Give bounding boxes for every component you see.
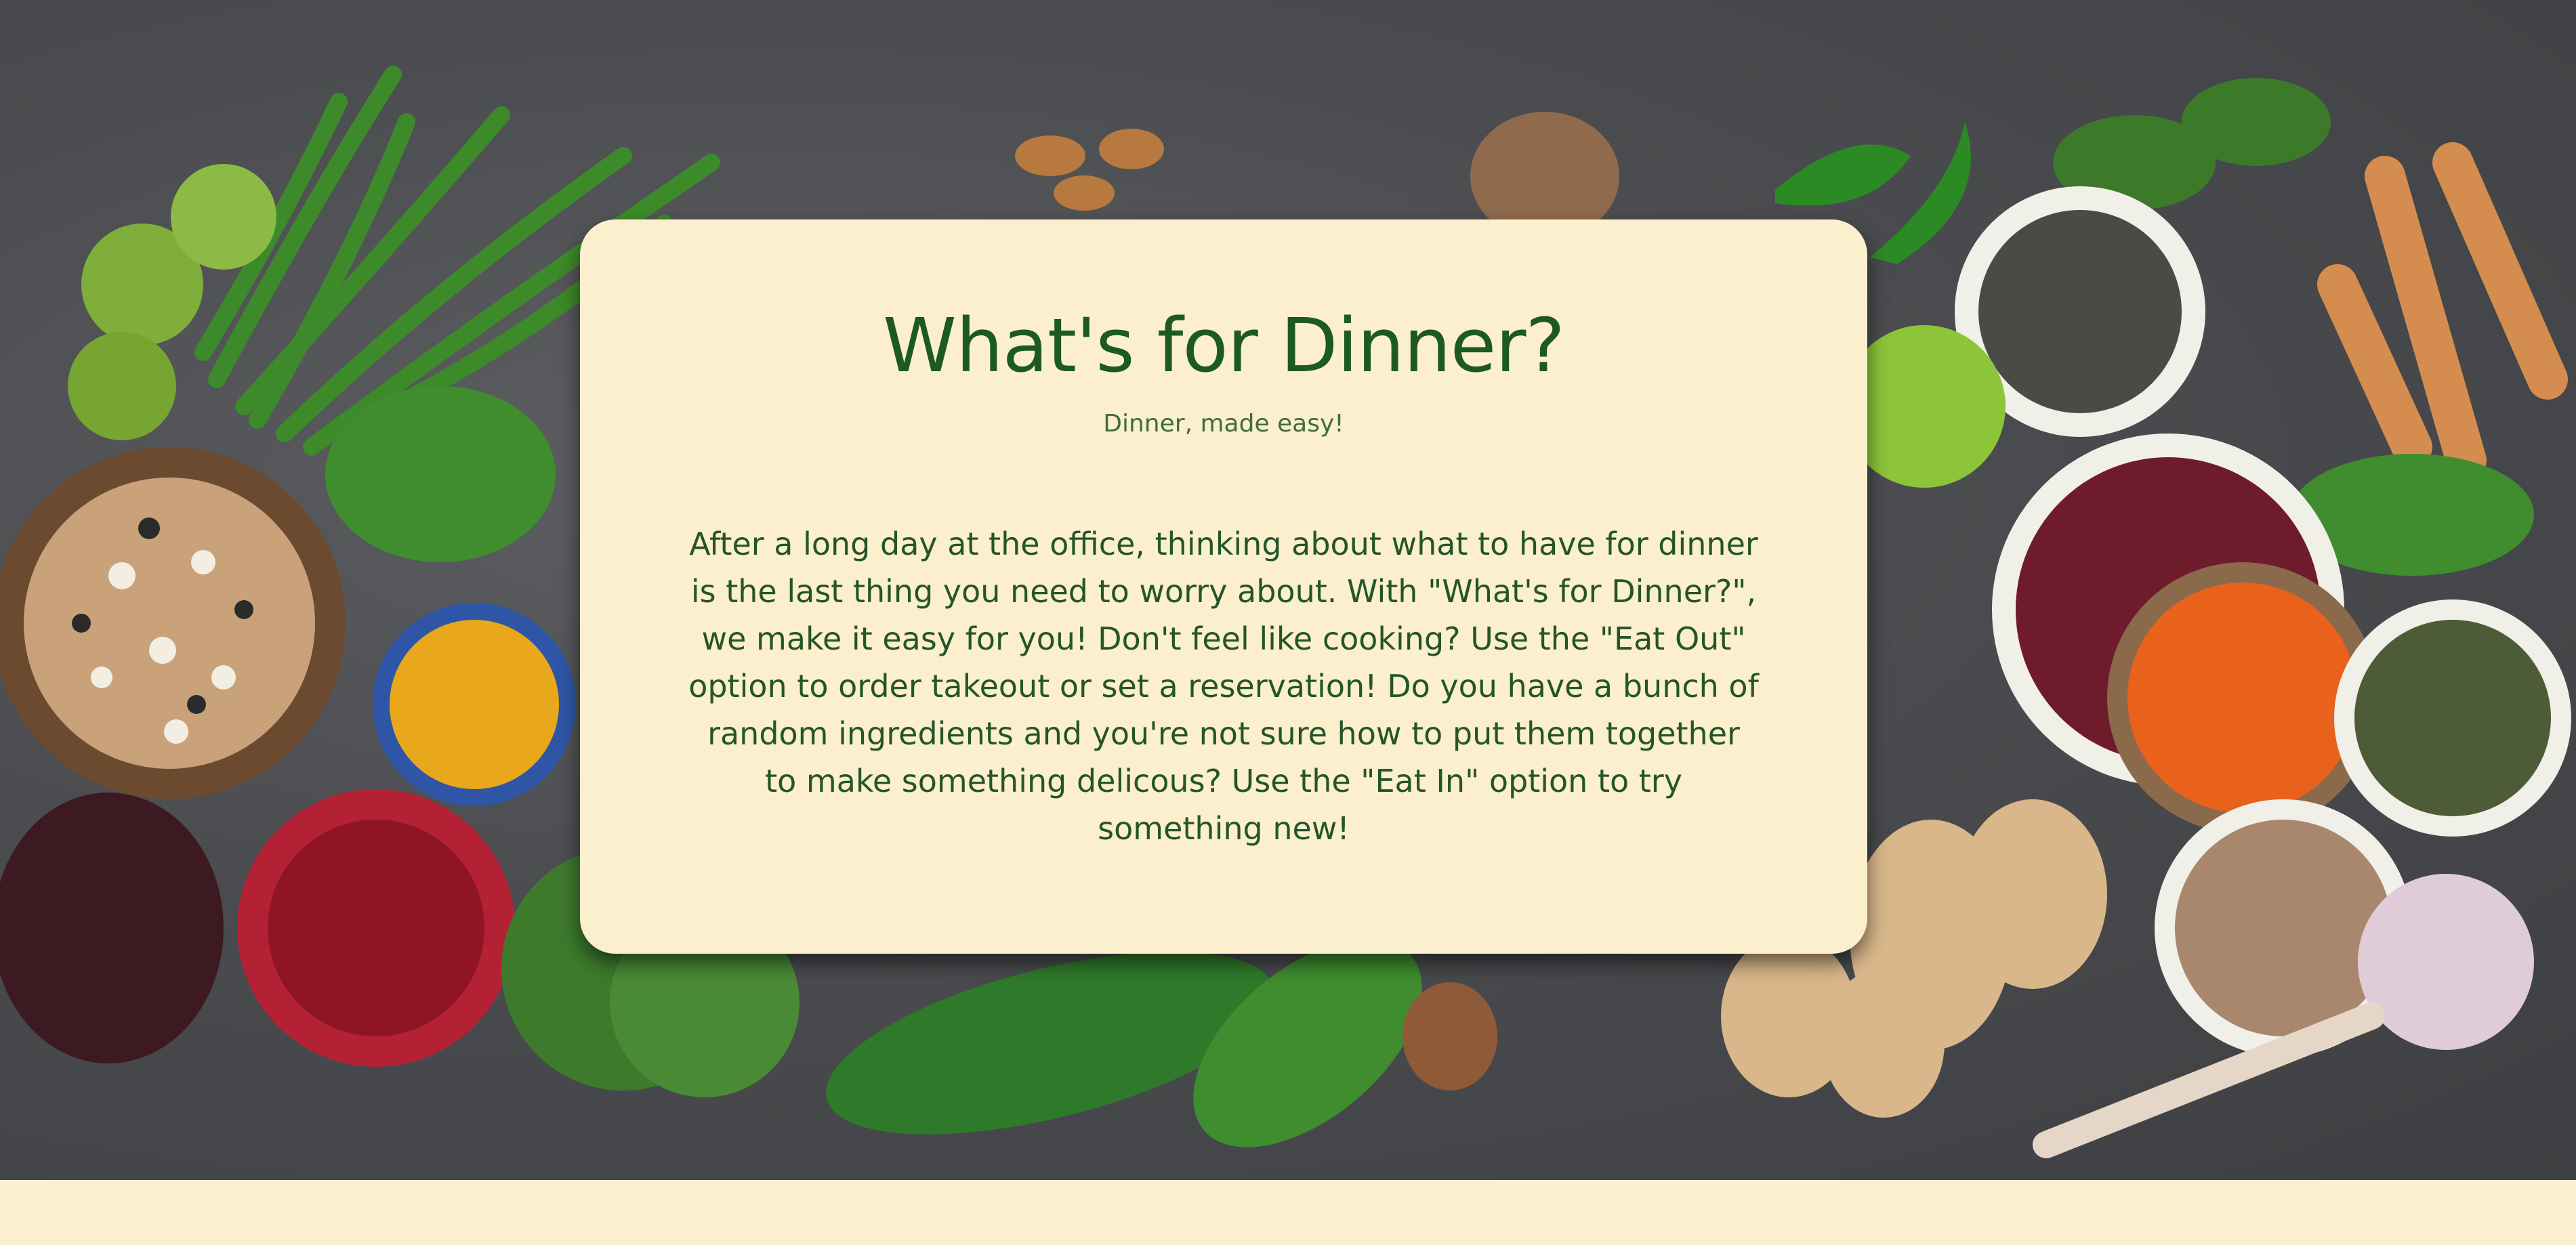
garlic (2358, 874, 2534, 1050)
page-title: What's for Dinner? (883, 302, 1565, 389)
intro-card: What's for Dinner? Dinner, made easy! Af… (580, 219, 1867, 954)
apple (1843, 325, 2006, 488)
footer-band (0, 1180, 2576, 1245)
page: What's for Dinner? Dinner, made easy! Af… (0, 0, 2576, 1245)
green-pepper (1775, 144, 1911, 206)
eggplant (0, 793, 224, 1063)
intro-paragraph: After a long day at the office, thinking… (688, 526, 1759, 847)
parsley (325, 386, 556, 562)
onion (1403, 982, 1497, 1091)
page-subtitle: Dinner, made easy! (1103, 410, 1344, 438)
almonds (1015, 129, 1164, 211)
carrots (2317, 142, 2568, 481)
